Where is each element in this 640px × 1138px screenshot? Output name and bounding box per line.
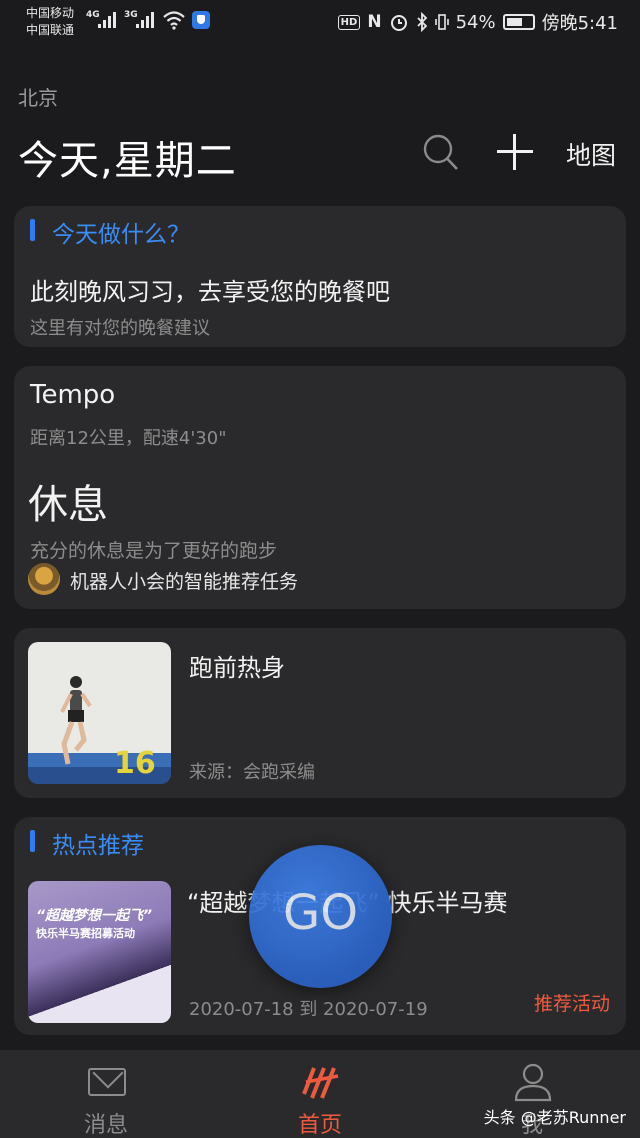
- warmup-source: 来源：会跑采编: [189, 762, 315, 783]
- person-icon: [514, 1063, 552, 1102]
- section-title-today: 今天做什么？: [52, 222, 190, 248]
- tab-home-label: 首页: [297, 1113, 342, 1138]
- runner-figure: [60, 676, 92, 765]
- vibrate-icon: [434, 14, 449, 30]
- tab-messages[interactable]: 消息: [46, 1050, 166, 1138]
- section-accent-bar: [30, 830, 35, 852]
- section-accent-bar: [30, 219, 35, 241]
- poster-title: “超越梦想一起飞”: [36, 908, 153, 924]
- mail-icon: [88, 1068, 126, 1096]
- tab-messages-label: 消息: [83, 1113, 128, 1138]
- carrier-2: 中国联通: [26, 23, 75, 37]
- warmup-thumbnail: 16: [28, 642, 171, 784]
- robot-avatar: [28, 563, 60, 595]
- status-time: 傍晚5:41: [541, 13, 618, 34]
- section-title-hot: 热点推荐: [52, 833, 144, 859]
- today-suggestion-card[interactable]: 今天做什么？ 此刻晚风习习，去享受您的晚餐吧 这里有对您的晚餐建议: [14, 206, 626, 347]
- add-icon[interactable]: [497, 134, 533, 170]
- home-logo-icon: [302, 1067, 339, 1099]
- hd-icon: HD: [337, 14, 361, 30]
- go-button[interactable]: GO: [249, 845, 392, 988]
- go-label: GO: [283, 885, 358, 941]
- plan-status: 休息: [28, 482, 108, 528]
- dinner-headline: 此刻晚风习习，去享受您的晚餐吧: [30, 278, 390, 306]
- plan-meta: 距离12公里，配速4'30": [30, 428, 227, 449]
- carrier-1: 中国移动: [26, 6, 75, 20]
- battery-icon: [502, 14, 535, 30]
- search-icon[interactable]: [423, 134, 459, 172]
- city-label[interactable]: 北京: [18, 82, 58, 111]
- poster-subtitle: 快乐半马赛招募活动: [36, 927, 135, 940]
- plan-name: Tempo: [30, 380, 116, 410]
- dinner-subtitle: 这里有对您的晚餐建议: [30, 318, 210, 339]
- page-title: 今天,星期二: [18, 138, 237, 184]
- thumbnail-number: 16: [114, 746, 156, 781]
- bluetooth-icon: [416, 12, 427, 32]
- wifi-icon: [163, 11, 185, 30]
- map-button[interactable]: 地图: [566, 136, 616, 172]
- nfc-icon: N: [367, 12, 382, 32]
- warmup-card[interactable]: 16 跑前热身 来源：会跑采编: [14, 628, 626, 798]
- training-plan-card[interactable]: Tempo 距离12公里，配速4'30" 休息 充分的休息是为了更好的跑步 机器…: [14, 366, 626, 609]
- event-tag: 推荐活动: [533, 993, 610, 1015]
- warmup-title: 跑前热身: [189, 654, 285, 682]
- event-date: 2020-07-18 到 2020-07-19: [189, 999, 428, 1020]
- battery-percent: 54%: [455, 11, 496, 33]
- carrier-names: 中国移动 中国联通: [26, 5, 74, 39]
- status-bar: 中国移动 中国联通 4G 3G HD N 54% 傍晚5:41: [0, 0, 640, 44]
- robot-recommendation: 机器人小会的智能推荐任务: [70, 571, 299, 593]
- tab-home[interactable]: 首页: [260, 1050, 380, 1138]
- plan-description: 充分的休息是为了更好的跑步: [30, 540, 278, 562]
- security-shield-icon: [192, 11, 210, 29]
- status-right: HD N 54% 傍晚5:41: [337, 9, 618, 35]
- alarm-icon: [390, 15, 407, 31]
- watermark: 头条 @老苏Runner: [483, 1108, 626, 1127]
- event-poster-thumbnail: “超越梦想一起飞” 快乐半马赛招募活动: [28, 881, 171, 1023]
